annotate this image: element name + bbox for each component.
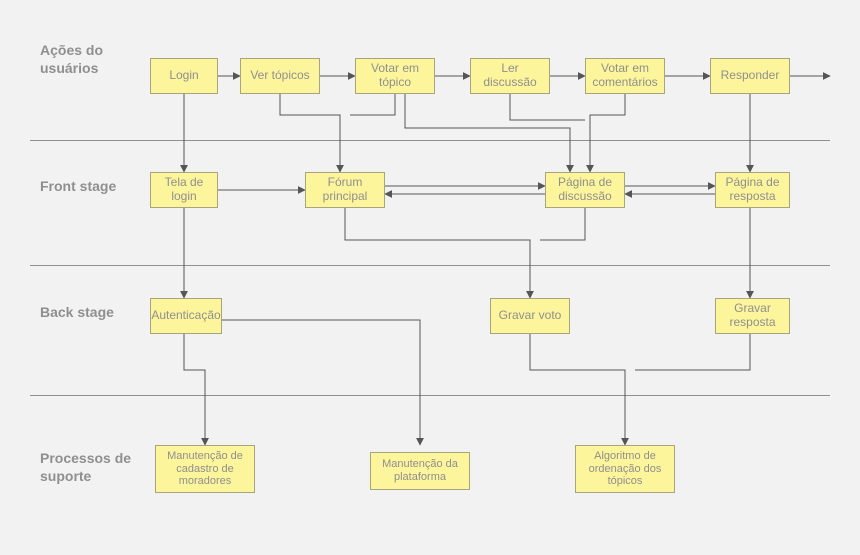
node-ler-discussao: Ler discussão bbox=[470, 58, 550, 94]
node-tela-login: Tela de login bbox=[150, 172, 218, 208]
divider-1 bbox=[30, 140, 830, 141]
node-login: Login bbox=[150, 58, 218, 94]
node-algoritmo-ordenacao: Algoritmo de ordenação dos tópicos bbox=[575, 445, 675, 493]
node-autenticacao: Autenticação bbox=[150, 298, 222, 334]
lane-label-front-stage: Front stage bbox=[40, 178, 140, 196]
node-forum-principal: Fórum principal bbox=[305, 172, 385, 208]
service-blueprint-diagram: Ações do usuários Front stage Back stage… bbox=[0, 0, 860, 555]
node-votar-topico: Votar em tópico bbox=[355, 58, 435, 94]
node-manutencao-cadastro: Manutenção de cadastro de moradores bbox=[155, 445, 255, 493]
node-manutencao-plataforma: Manutenção da plataforma bbox=[370, 452, 470, 490]
divider-3 bbox=[30, 395, 830, 396]
node-pagina-discussao: Página de discussão bbox=[545, 172, 625, 208]
lane-label-user-actions: Ações do usuários bbox=[40, 42, 140, 77]
lane-label-support: Processos de suporte bbox=[40, 450, 140, 485]
divider-2 bbox=[30, 265, 830, 266]
node-gravar-resposta: Gravar resposta bbox=[715, 298, 790, 334]
lane-label-back-stage: Back stage bbox=[40, 304, 140, 322]
node-gravar-voto: Gravar voto bbox=[490, 298, 570, 334]
node-responder: Responder bbox=[710, 58, 790, 94]
node-votar-comentarios: Votar em comentários bbox=[585, 58, 665, 94]
node-ver-topicos: Ver tópicos bbox=[240, 58, 320, 94]
node-pagina-resposta: Página de resposta bbox=[715, 172, 790, 208]
